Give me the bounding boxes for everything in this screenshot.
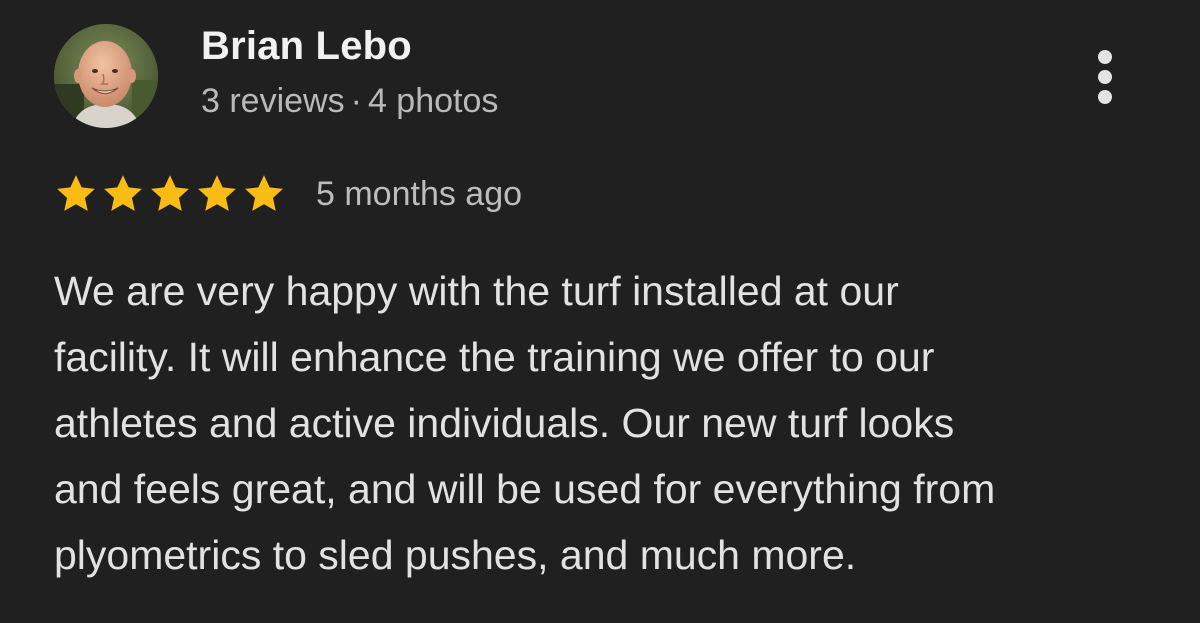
meta-separator: ·: [350, 82, 362, 120]
review-text-line: facility. It will enhance the training w…: [54, 334, 935, 380]
avatar[interactable]: [54, 24, 158, 128]
review-text-line: plyometrics to sled pushes, and much mor…: [54, 532, 857, 578]
star-icon: [151, 175, 189, 211]
review-card: Brian Lebo 3 reviews · 4 photos 5 months a…: [0, 0, 1200, 623]
star-icon: [104, 175, 142, 211]
star-icon: [245, 175, 283, 211]
menu-dot: [1098, 70, 1112, 84]
avatar-photo: [54, 24, 158, 128]
review-count: 3 reviews: [201, 82, 345, 120]
review-text-line: and feels great, and will be used for ev…: [54, 466, 996, 512]
rating-row: 5 months ago: [54, 172, 522, 216]
star-icon: [57, 175, 95, 211]
more-options-button[interactable]: [1086, 44, 1126, 110]
review-text-line: We are very happy with the turf installe…: [54, 268, 899, 314]
review-timestamp: 5 months ago: [316, 174, 523, 213]
photo-count: 4 photos: [367, 82, 499, 120]
author-meta: 3 reviews · 4 photos: [201, 82, 498, 121]
menu-dot: [1098, 50, 1112, 64]
menu-dot: [1098, 90, 1112, 104]
review-text: We are very happy with the turf installe…: [54, 258, 1164, 588]
author-name[interactable]: Brian Lebo: [201, 24, 412, 69]
star-icon: [198, 175, 236, 211]
review-text-line: athletes and active individuals. Our new…: [54, 400, 955, 446]
star-rating: [54, 172, 286, 216]
